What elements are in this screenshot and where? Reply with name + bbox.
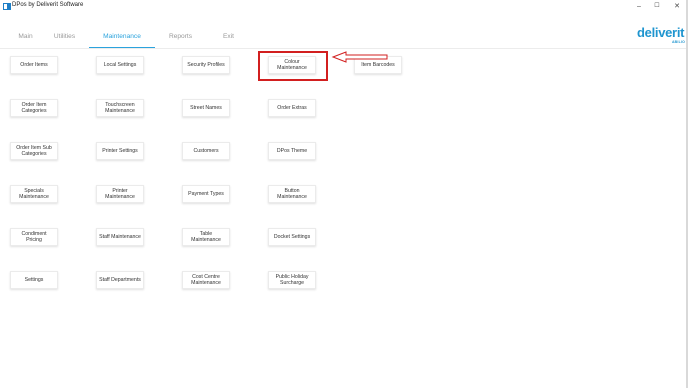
docket-settings-button[interactable]: Docket Settings — [268, 228, 316, 246]
printer-settings-button[interactable]: Printer Settings — [96, 142, 144, 160]
tab-divider — [0, 48, 688, 49]
tab-maintenance[interactable]: Maintenance — [89, 28, 155, 48]
order-extras-button[interactable]: Order Extras — [268, 99, 316, 117]
staff-maintenance-button[interactable]: Staff Maintenance — [96, 228, 144, 246]
printer-maintenance-button[interactable]: Printer Maintenance — [96, 185, 144, 203]
window-title: DPos by Deliverit Software — [12, 2, 84, 8]
brand-logo-subtext: ABILIO — [671, 40, 685, 44]
title-bar: DPos by Deliverit Software – ☐ ✕ — [0, 0, 688, 14]
street-names-button[interactable]: Street Names — [182, 99, 230, 117]
cost-centre-maintenance-button[interactable]: Cost Centre Maintenance — [182, 271, 230, 289]
public-holiday-surcharge-button[interactable]: Public Holiday Surcharge — [268, 271, 316, 289]
button-maintenance-button[interactable]: Button Maintenance — [268, 185, 316, 203]
customers-button[interactable]: Customers — [182, 142, 230, 160]
brand-logo: deliverit ABILIO — [637, 26, 687, 46]
table-maintenance-button[interactable]: Table Maintenance — [182, 228, 230, 246]
settings-button[interactable]: Settings — [10, 271, 58, 289]
condiment-pricing-button[interactable]: Condiment Pricing — [10, 228, 58, 246]
tab-main[interactable]: Main — [17, 28, 34, 48]
touchscreen-maintenance-button[interactable]: Touchscreen Maintenance — [96, 99, 144, 117]
left-arrow-icon — [331, 51, 388, 63]
order-item-sub-categories-button[interactable]: Order Item Sub Categories — [10, 142, 58, 160]
local-settings-button[interactable]: Local Settings — [96, 56, 144, 74]
staff-departments-button[interactable]: Staff Departments — [96, 271, 144, 289]
payment-types-button[interactable]: Payment Types — [182, 185, 230, 203]
tab-utilities[interactable]: Utilities — [51, 28, 78, 48]
maximize-button[interactable]: ☐ — [648, 1, 666, 12]
highlight-box — [258, 51, 328, 81]
app-icon — [3, 3, 11, 10]
tab-bar: Main Utilities Maintenance Reports Exit — [0, 28, 688, 48]
order-item-categories-button[interactable]: Order Item Categories — [10, 99, 58, 117]
close-button[interactable]: ✕ — [668, 1, 686, 12]
tab-reports[interactable]: Reports — [167, 28, 194, 48]
security-profiles-button[interactable]: Security Profiles — [182, 56, 230, 74]
specials-maintenance-button[interactable]: Specials Maintenance — [10, 185, 58, 203]
tab-exit[interactable]: Exit — [221, 28, 236, 48]
dpos-theme-button[interactable]: DPos Theme — [268, 142, 316, 160]
brand-logo-text: deliverit — [637, 25, 685, 40]
minimize-button[interactable]: – — [630, 1, 648, 12]
order-items-button[interactable]: Order Items — [10, 56, 58, 74]
